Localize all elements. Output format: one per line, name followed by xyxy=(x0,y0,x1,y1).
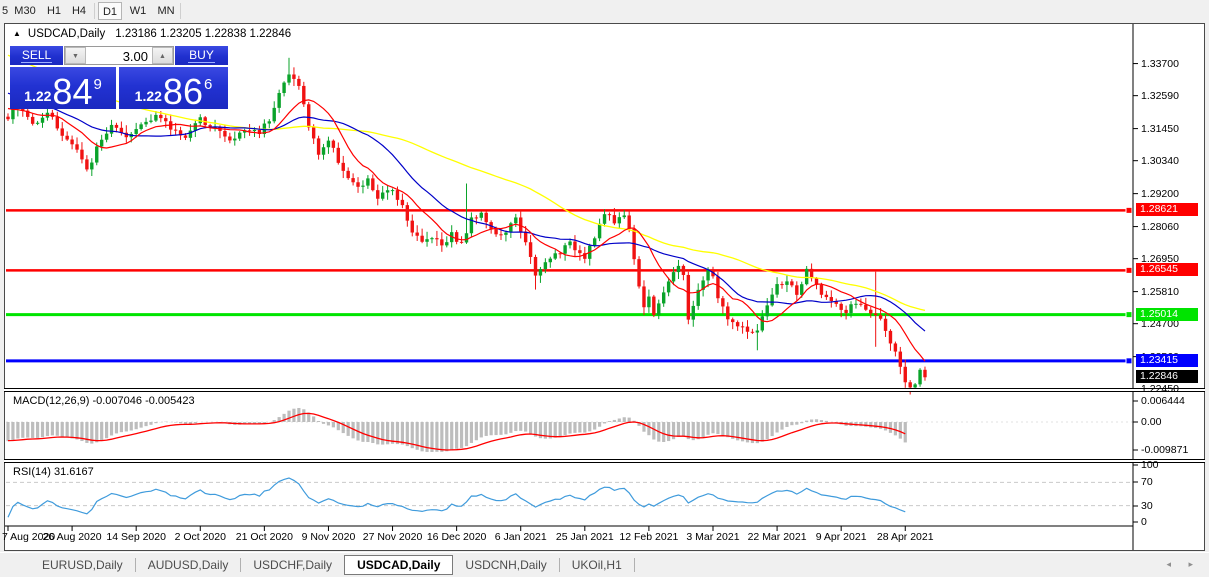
rsi-splitter[interactable] xyxy=(4,459,1205,463)
timeframe-button-5[interactable]: 5 xyxy=(0,2,10,20)
symbol-tab-bar: ◂ ▸ EURUSD,DailyAUDUSD,DailyUSDCHF,Daily… xyxy=(0,552,1209,577)
timeframe-button-D1[interactable]: D1 xyxy=(98,2,122,20)
sell-price-prefix: 1.22 xyxy=(24,88,51,104)
tab-scroll-left-icon[interactable]: ◂ xyxy=(1166,559,1171,570)
timeframe-toolbar: 5M30 H1 H4 D1 W1 MN xyxy=(0,0,1209,23)
macd-axis-label: -0.009871 xyxy=(1141,444,1188,456)
price-badge: 1.25014 xyxy=(1136,308,1198,321)
volume-input[interactable] xyxy=(86,47,152,64)
price-axis-label: 1.31450 xyxy=(1141,123,1179,135)
sell-price-big: 84 xyxy=(52,75,92,109)
timeframe-button-MN[interactable]: MN xyxy=(154,2,178,20)
sell-price-pip: 9 xyxy=(93,76,101,93)
collapse-arrow-icon[interactable]: ▲ xyxy=(13,29,21,38)
date-axis-label: 27 Nov 2020 xyxy=(357,531,429,543)
tab-usdcad-daily[interactable]: USDCAD,Daily xyxy=(344,555,453,575)
timeframe-button-W1[interactable]: W1 xyxy=(127,2,149,20)
rsi-label: RSI(14) 31.6167 xyxy=(13,466,94,478)
rsi-axis-label: 0 xyxy=(1141,516,1147,528)
price-axis-label: 1.32590 xyxy=(1141,90,1179,102)
one-click-trade-panel: SELL ▼ ▲ BUY 1.22 84 9 1.22 86 6 xyxy=(10,46,228,109)
date-axis-label: 14 Sep 2020 xyxy=(100,531,172,543)
buy-button[interactable]: BUY xyxy=(175,46,228,65)
date-axis-label: 12 Feb 2021 xyxy=(613,531,685,543)
date-axis-label: 28 Apr 2021 xyxy=(869,531,941,543)
buy-price-box[interactable]: 1.22 86 6 xyxy=(119,67,228,109)
tab-usdcnh-daily[interactable]: USDCNH,Daily xyxy=(453,555,558,575)
chart-ohlc-values: 1.23186 1.23205 1.22838 1.22846 xyxy=(115,28,291,40)
tab-ukoil-h1[interactable]: UKOil,H1 xyxy=(560,555,634,575)
buy-price-big: 86 xyxy=(163,75,203,109)
timeframe-button-H4[interactable]: H4 xyxy=(69,2,89,20)
chart-symbol: USDCAD,Daily xyxy=(28,28,105,40)
price-badge: 1.26545 xyxy=(1136,263,1198,276)
date-axis-label: 9 Nov 2020 xyxy=(292,531,364,543)
rsi-axis-label: 30 xyxy=(1141,500,1153,512)
toolbar-separator xyxy=(180,3,181,19)
date-axis-label: 16 Dec 2020 xyxy=(421,531,493,543)
price-badge: 1.28621 xyxy=(1136,203,1198,216)
sell-price-box[interactable]: 1.22 84 9 xyxy=(10,67,116,109)
timeframe-button-H1[interactable]: H1 xyxy=(44,2,64,20)
price-axis-label: 1.25810 xyxy=(1141,286,1179,298)
macd-axis-label: 0.006444 xyxy=(1141,395,1185,407)
buy-price-prefix: 1.22 xyxy=(135,88,162,104)
volume-up-icon[interactable]: ▲ xyxy=(152,47,173,64)
chart-title: ▲ USDCAD,Daily 1.23186 1.23205 1.22838 1.2… xyxy=(13,28,291,40)
price-axis-label: 1.29200 xyxy=(1141,188,1179,200)
sell-button[interactable]: SELL xyxy=(10,46,63,65)
tab-eurusd-daily[interactable]: EURUSD,Daily xyxy=(30,555,135,575)
price-badge: 1.23415 xyxy=(1136,354,1198,367)
buy-price-pip: 6 xyxy=(204,76,212,93)
date-axis-label: 25 Jan 2021 xyxy=(549,531,621,543)
date-axis-label: 2 Oct 2020 xyxy=(164,531,236,543)
volume-spinner: ▼ ▲ xyxy=(64,46,174,65)
date-axis-label: 26 Aug 2020 xyxy=(36,531,108,543)
macd-axis-label: 0.00 xyxy=(1141,416,1161,428)
tab-audusd-daily[interactable]: AUDUSD,Daily xyxy=(136,555,241,575)
macd-splitter[interactable] xyxy=(4,388,1205,392)
price-axis-label: 1.22450 xyxy=(1141,383,1179,395)
macd-label: MACD(12,26,9) -0.007046 -0.005423 xyxy=(13,395,195,407)
price-axis-label: 1.33700 xyxy=(1141,58,1179,70)
date-axis-label: 3 Mar 2021 xyxy=(677,531,749,543)
timeframe-button-M30[interactable]: M30 xyxy=(12,2,38,20)
tab-usdchf-daily[interactable]: USDCHF,Daily xyxy=(241,555,344,575)
rsi-axis-label: 70 xyxy=(1141,476,1153,488)
tab-separator xyxy=(634,558,635,572)
date-axis-label: 6 Jan 2021 xyxy=(485,531,557,543)
date-axis-label: 22 Mar 2021 xyxy=(741,531,813,543)
rsi-axis-label: 100 xyxy=(1141,459,1159,471)
toolbar-separator xyxy=(94,3,95,19)
price-badge: 1.22846 xyxy=(1136,370,1198,383)
price-axis-label: 1.28060 xyxy=(1141,221,1179,233)
date-axis-label: 21 Oct 2020 xyxy=(228,531,300,543)
volume-down-icon[interactable]: ▼ xyxy=(65,47,86,64)
price-axis-label: 1.30340 xyxy=(1141,155,1179,167)
date-axis-label: 9 Apr 2021 xyxy=(805,531,877,543)
tab-scroll-right-icon[interactable]: ▸ xyxy=(1188,559,1193,570)
